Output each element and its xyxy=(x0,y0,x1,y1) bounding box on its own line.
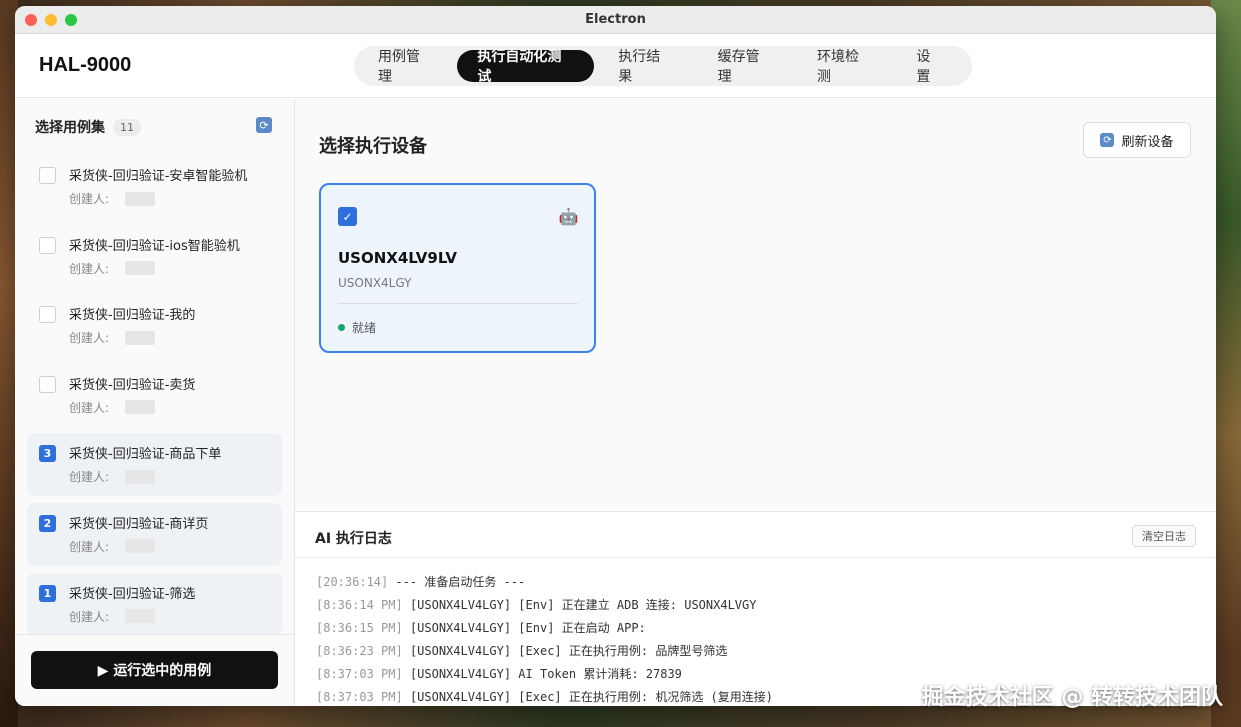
device-name: USONX4LV9LV xyxy=(338,249,457,267)
device-status: 就绪 xyxy=(338,319,376,336)
case-name: 采货侠-回归验证-安卓智能验机 xyxy=(69,169,248,184)
case-checkbox[interactable] xyxy=(39,306,56,324)
title-bar: Electron xyxy=(15,6,1216,34)
redacted-creator xyxy=(125,609,156,624)
case-checkbox[interactable] xyxy=(39,236,56,254)
window-title: Electron xyxy=(585,12,646,27)
tab-results[interactable]: 执行结果 xyxy=(598,49,693,85)
ai-log-panel: AI 执行日志 清空日志 [20:36:14] --- 准备启动任务 --- [… xyxy=(295,511,1216,706)
case-name: 采货侠-回归验证-我的 xyxy=(69,308,196,324)
case-order-badge[interactable]: 1 xyxy=(39,584,56,602)
redacted-creator xyxy=(125,261,156,276)
device-status-label: 就绪 xyxy=(352,321,377,335)
case-creator: 创建人: xyxy=(69,190,282,207)
refresh-icon: ⟳ xyxy=(1100,133,1115,147)
device-serial: USONX4LGY xyxy=(338,276,412,290)
case-creator: 创建人: xyxy=(69,608,282,625)
case-item[interactable]: 1 采货侠-回归验证-筛选 创建人: xyxy=(27,572,282,636)
redacted-creator xyxy=(125,330,156,345)
case-name: 采货侠-回归验证-ios智能验机 xyxy=(69,238,240,254)
android-robot-icon: 🤖 xyxy=(558,207,579,226)
refresh-devices-label: 刷新设备 xyxy=(1121,134,1174,150)
tab-case-management[interactable]: 用例管理 xyxy=(358,49,453,85)
case-item[interactable]: 2 采货侠-回归验证-商详页 创建人: xyxy=(27,502,282,566)
refresh-devices-button[interactable]: ⟳ 刷新设备 xyxy=(1083,122,1191,158)
case-creator: 创建人: xyxy=(69,538,282,555)
sidebar-title: 选择用例集 xyxy=(35,120,105,136)
sidebar-footer: ▶ 运行选中的用例 xyxy=(15,634,294,706)
log-line: [8:36:15 PM] [USONX4LV4LGY] [Env] 正在启动 A… xyxy=(316,621,646,635)
main-nav: 用例管理 执行自动化测试 执行结果 缓存管理 环境检测 设置 xyxy=(354,46,972,86)
app-window: Electron HAL-9000 用例管理 执行自动化测试 执行结果 缓存管理… xyxy=(15,6,1216,706)
case-list: 采货侠-回归验证-安卓智能验机 创建人: 采货侠-回归验证-ios智能验机 创建… xyxy=(15,155,294,636)
app-title: HAL-9000 xyxy=(39,54,132,76)
tab-settings[interactable]: 设置 xyxy=(896,49,964,85)
device-section-title: 选择执行设备 xyxy=(319,136,427,157)
log-line: [20:36:14] --- 准备启动任务 --- xyxy=(316,575,526,589)
case-item[interactable]: 采货侠-回归验证-安卓智能验机 创建人: xyxy=(27,155,282,218)
refresh-cases-icon[interactable]: ⟳ xyxy=(256,117,272,133)
device-card[interactable]: ✓ 🤖 USONX4LV9LV USONX4LGY 就绪 xyxy=(319,183,596,353)
case-sidebar: 选择用例集 11 ⟳ 采货侠-回归验证-安卓智能验机 创建人: 采货侠-回归验证… xyxy=(15,99,295,706)
window-controls xyxy=(25,14,77,26)
card-divider xyxy=(338,303,578,304)
case-checkbox[interactable] xyxy=(39,167,56,184)
case-item[interactable]: 采货侠-回归验证-我的 创建人: xyxy=(27,294,282,357)
sidebar-header: 选择用例集 11 ⟳ xyxy=(15,99,294,155)
status-dot-icon xyxy=(338,324,345,331)
log-line: [8:36:14 PM] [USONX4LV4LGY] [Env] 正在建立 A… xyxy=(316,598,757,612)
tab-env-check[interactable]: 环境检测 xyxy=(797,49,892,85)
device-checkbox[interactable]: ✓ xyxy=(338,207,357,226)
redacted-creator xyxy=(125,400,156,415)
main-panel: 选择执行设备 ⟳ 刷新设备 ✓ 🤖 USONX4LV9LV USONX4LGY … xyxy=(295,99,1216,706)
case-item[interactable]: 3 采货侠-回归验证-商品下单 创建人: xyxy=(27,433,282,497)
case-creator: 创建人: xyxy=(69,399,282,416)
case-name: 采货侠-回归验证-商品下单 xyxy=(69,447,222,463)
tab-run-automation[interactable]: 执行自动化测试 xyxy=(457,49,595,85)
close-window-button[interactable] xyxy=(25,14,37,26)
case-name: 采货侠-回归验证-筛选 xyxy=(69,586,196,602)
redacted-creator xyxy=(125,469,156,484)
case-order-badge[interactable]: 2 xyxy=(39,514,56,532)
case-checkbox[interactable] xyxy=(39,375,56,393)
tab-cache-management[interactable]: 缓存管理 xyxy=(698,49,793,85)
case-name: 采货侠-回归验证-商详页 xyxy=(69,516,209,532)
maximize-window-button[interactable] xyxy=(65,14,77,26)
case-count-badge: 11 xyxy=(113,118,141,136)
run-selected-cases-button[interactable]: ▶ 运行选中的用例 xyxy=(31,651,278,689)
log-header: AI 执行日志 清空日志 xyxy=(295,512,1216,558)
case-item[interactable]: 采货侠-回归验证-ios智能验机 创建人: xyxy=(27,225,282,288)
redacted-creator xyxy=(125,191,156,206)
log-title: AI 执行日志 xyxy=(315,531,392,547)
redacted-creator xyxy=(125,539,156,554)
log-line: [8:36:23 PM] [USONX4LV4LGY] [Exec] 正在执行用… xyxy=(316,644,728,658)
case-creator: 创建人: xyxy=(69,468,282,485)
case-item[interactable]: 采货侠-回归验证-卖货 创建人: xyxy=(27,364,282,427)
watermark: 掘金技术社区 @ 转转技术团队 xyxy=(921,685,1223,710)
minimize-window-button[interactable] xyxy=(45,14,57,26)
app-header: HAL-9000 用例管理 执行自动化测试 执行结果 缓存管理 环境检测 设置 xyxy=(15,34,1216,98)
case-creator: 创建人: xyxy=(69,329,282,346)
case-order-badge[interactable]: 3 xyxy=(39,445,56,463)
case-name: 采货侠-回归验证-卖货 xyxy=(69,377,196,393)
case-creator: 创建人: xyxy=(69,260,282,277)
clear-log-button[interactable]: 清空日志 xyxy=(1132,525,1196,547)
